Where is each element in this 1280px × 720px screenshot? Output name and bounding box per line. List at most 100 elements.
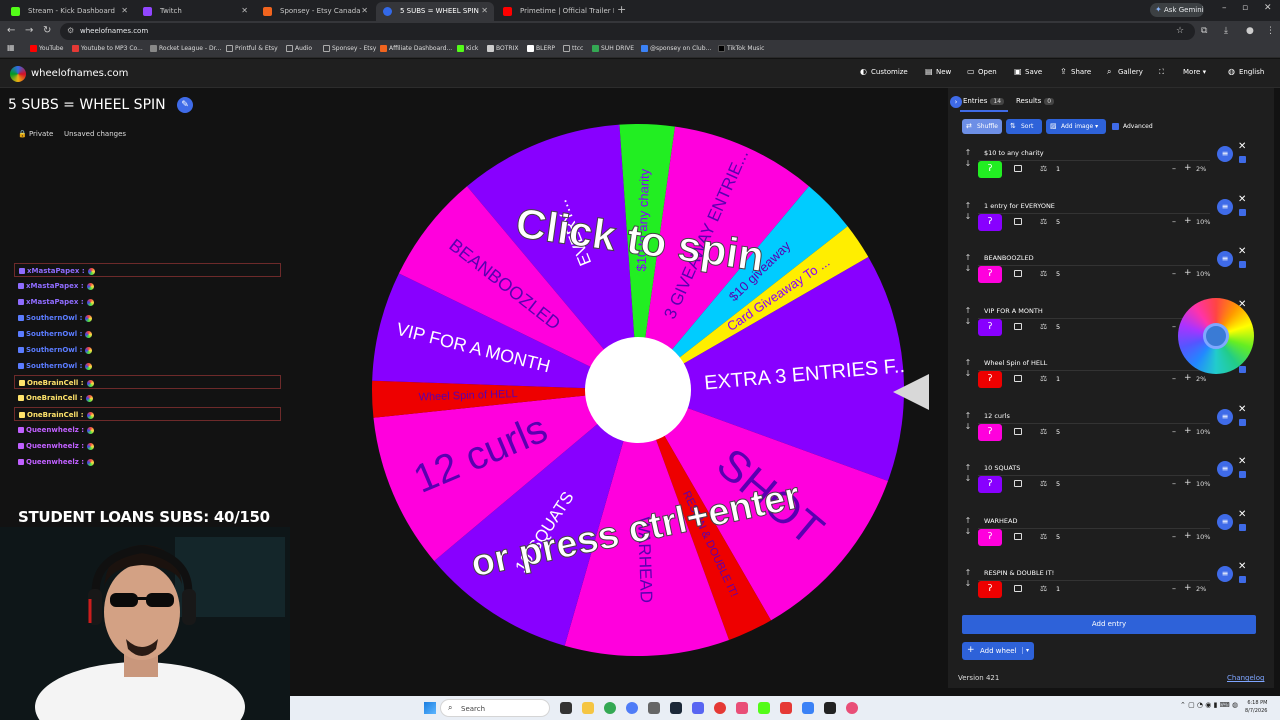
system-tray[interactable]: ⌃ ▢ ◔ ◉ ▮ ⌨ ◍ xyxy=(1180,701,1238,709)
add-image-button[interactable]: ▨ Add image ▾ xyxy=(1046,119,1106,134)
download-icon[interactable]: ⤓ xyxy=(1224,26,1228,36)
entry-color-swatch[interactable]: ʔ xyxy=(978,371,1002,388)
entry-weight-value[interactable]: 5 xyxy=(1056,270,1060,278)
entry-enabled-checkbox[interactable] xyxy=(1239,523,1246,531)
entry-text-field[interactable]: 1 entry for EVERYONE xyxy=(978,197,1210,214)
site-info-icon[interactable]: ⚙ xyxy=(67,26,74,35)
entry-weight-value[interactable]: 1 xyxy=(1056,585,1060,593)
decrease-weight-button[interactable]: – xyxy=(1172,427,1176,436)
back-button[interactable]: ← xyxy=(7,25,15,36)
app-icon[interactable] xyxy=(626,702,638,714)
entry-enabled-checkbox[interactable] xyxy=(1239,366,1246,373)
collapse-panel-button[interactable]: › xyxy=(950,96,962,108)
entry-text-field[interactable]: VIP FOR A MONTH xyxy=(978,302,1210,319)
close-icon[interactable]: ✕ xyxy=(121,6,128,15)
reorder-arrows-icon[interactable]: ↑ ↓ xyxy=(964,200,972,222)
customize-button[interactable]: ◐ Customize xyxy=(860,67,908,76)
increase-weight-button[interactable]: + xyxy=(1184,426,1192,436)
entry-weight-value[interactable]: 5 xyxy=(1056,428,1060,436)
app-icon[interactable] xyxy=(802,702,814,714)
reorder-arrows-icon[interactable]: ↑ ↓ xyxy=(964,462,972,484)
bookmark-ttcc[interactable]: ttcc xyxy=(563,45,583,52)
entry-options-button[interactable]: ≡ xyxy=(1217,408,1233,425)
reorder-arrows-icon[interactable]: ↑ ↓ xyxy=(964,357,972,379)
apps-icon[interactable]: ▦ xyxy=(7,43,15,52)
share-button[interactable]: ⇪ Share xyxy=(1060,67,1091,76)
reorder-arrows-icon[interactable]: ↑ ↓ xyxy=(964,252,972,274)
wheel-center-hub[interactable] xyxy=(585,337,691,443)
decrease-weight-button[interactable]: – xyxy=(1172,532,1176,541)
entry-weight-value[interactable]: 5 xyxy=(1056,480,1060,488)
bookmark-suh-drive[interactable]: SUH DRIVE xyxy=(592,45,634,52)
edit-title-button[interactable]: ✎ xyxy=(177,97,193,113)
bookmark-printful[interactable]: Printful & Etsy xyxy=(226,45,278,52)
spin-wheel[interactable]: EVERY... $10 to any charity 3 GIVEAWAY ENT… xyxy=(370,122,906,658)
obs-icon[interactable] xyxy=(824,702,836,714)
language-button[interactable]: ◍ English xyxy=(1228,67,1264,76)
windows-start-icon[interactable] xyxy=(424,702,436,714)
entry-options-button[interactable]: ≡ xyxy=(1217,146,1233,162)
bookmark-club[interactable]: @sponsey on Club... xyxy=(641,45,711,52)
steam-icon[interactable] xyxy=(670,702,682,714)
close-icon[interactable]: ✕ xyxy=(481,6,488,15)
wheelofnames-logo-icon[interactable] xyxy=(10,66,26,82)
entry-enabled-checkbox[interactable] xyxy=(1239,261,1246,268)
reorder-arrows-icon[interactable]: ↑ ↓ xyxy=(964,410,972,432)
decrease-weight-button[interactable]: – xyxy=(1172,217,1176,226)
image-icon[interactable] xyxy=(1014,322,1022,330)
tab-results[interactable]: Results 0 xyxy=(1016,97,1055,105)
chevron-down-icon[interactable]: ▾ xyxy=(1022,647,1029,654)
minimize-button[interactable]: – xyxy=(1222,3,1227,13)
entry-text-field[interactable]: $10 to any charity xyxy=(978,144,1210,161)
entry-text-field[interactable]: BEANBOOZLED xyxy=(978,249,1210,266)
tab-wheel-spin[interactable]: 5 SUBS = WHEEL SPIN ✕ xyxy=(376,2,494,21)
image-icon[interactable] xyxy=(1014,375,1022,382)
delete-entry-button[interactable]: ✕ xyxy=(1238,404,1246,415)
entry-enabled-checkbox[interactable] xyxy=(1239,156,1246,163)
file-explorer-icon[interactable] xyxy=(582,702,594,714)
entry-enabled-checkbox[interactable] xyxy=(1239,576,1246,583)
delete-entry-button[interactable]: ✕ xyxy=(1238,141,1246,152)
delete-entry-button[interactable]: ✕ xyxy=(1238,509,1246,520)
reload-button[interactable]: ↻ xyxy=(43,25,51,36)
bookmark-youtube[interactable]: YouTube xyxy=(30,45,63,52)
increase-weight-button[interactable]: + xyxy=(1184,478,1192,488)
entry-options-button[interactable]: ≡ xyxy=(1217,198,1233,215)
tab-primetime[interactable]: Primetime | Official Trailer HD | xyxy=(496,2,614,21)
close-icon[interactable]: ✕ xyxy=(241,6,248,15)
maximize-button[interactable]: ▫ xyxy=(1242,3,1248,13)
color-picker-center[interactable] xyxy=(1203,323,1229,349)
entry-options-button[interactable]: ≡ xyxy=(1217,513,1233,530)
app-icon[interactable] xyxy=(758,702,770,714)
bookmark-blerp[interactable]: BLERP xyxy=(527,45,555,52)
increase-weight-button[interactable]: + xyxy=(1184,268,1192,278)
shuffle-button[interactable]: ⇄ Shuffle xyxy=(962,119,1002,134)
entry-text-field[interactable]: 12 curls xyxy=(978,407,1210,424)
bookmark-affiliate[interactable]: Affiliate Dashboard... xyxy=(380,45,452,52)
task-view-icon[interactable] xyxy=(560,702,572,714)
bookmark-tiktok-music[interactable]: TikTok Music xyxy=(718,45,764,52)
entry-color-swatch[interactable]: ʔ xyxy=(978,161,1002,178)
bookmark-star-icon[interactable]: ☆ xyxy=(1176,26,1184,36)
sort-button[interactable]: ⇅ Sort xyxy=(1006,119,1042,134)
advanced-checkbox[interactable] xyxy=(1112,123,1119,130)
entry-enabled-checkbox[interactable] xyxy=(1239,418,1246,426)
gallery-button[interactable]: ⌕ Gallery xyxy=(1107,67,1143,76)
image-icon[interactable] xyxy=(1014,165,1022,172)
taskbar-clock[interactable]: 6:18 PM 8/7/2026 xyxy=(1245,699,1267,715)
bookmark-kick[interactable]: Kick xyxy=(457,45,478,52)
app-icon[interactable] xyxy=(648,702,660,714)
bookmark-sponsey[interactable]: Sponsey - Etsy xyxy=(323,45,376,52)
close-window-button[interactable]: ✕ xyxy=(1264,3,1272,13)
entry-color-swatch[interactable]: ʔ xyxy=(978,266,1002,283)
reorder-arrows-icon[interactable]: ↑ ↓ xyxy=(964,515,972,537)
ask-gemini-button[interactable]: ✦ Ask Gemini xyxy=(1150,3,1204,17)
entry-text-field[interactable]: Wheel Spin of HELL xyxy=(978,354,1210,371)
entry-options-button[interactable]: ≡ xyxy=(1217,251,1233,267)
bookmark-yt-mp3[interactable]: Youtube to MP3 Co... xyxy=(72,45,143,52)
entry-options-button[interactable]: ≡ xyxy=(1217,461,1233,477)
decrease-weight-button[interactable]: – xyxy=(1172,269,1176,278)
entry-text-field[interactable]: RESPIN & DOUBLE IT! xyxy=(978,564,1210,581)
increase-weight-button[interactable]: + xyxy=(1184,583,1192,593)
taskbar-search[interactable]: ⌕ Search xyxy=(440,699,550,717)
